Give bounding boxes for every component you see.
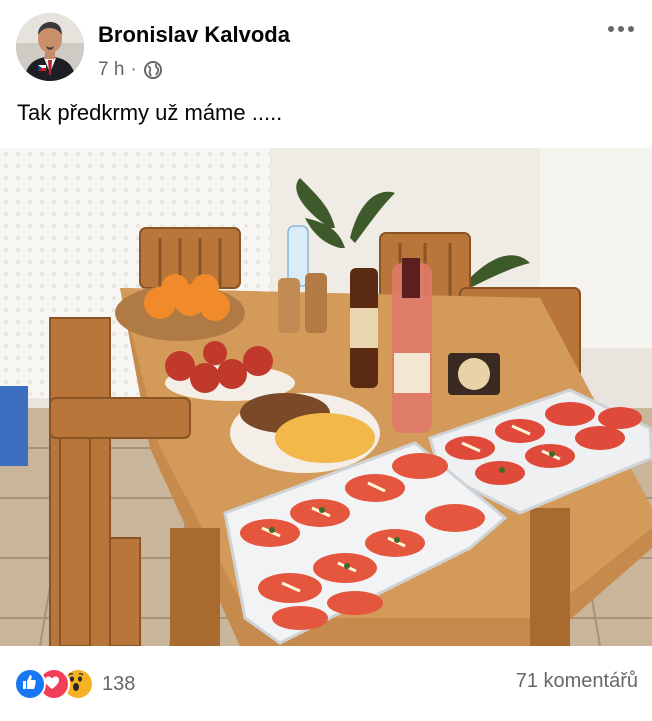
post-footer: 138 71 komentářů — [0, 646, 652, 721]
post-time[interactable]: 7 h — [98, 59, 124, 81]
post-text: Tak předkrmy už máme ..... — [17, 100, 283, 125]
reactions-summary[interactable]: 138 — [14, 668, 135, 700]
comments-count-link[interactable]: 71 komentářů — [516, 670, 638, 693]
post-meta: 7 h · — [98, 59, 163, 81]
more-dots-icon — [608, 26, 634, 32]
more-options-button[interactable] — [604, 14, 638, 44]
author-avatar[interactable] — [16, 13, 84, 81]
post-photo[interactable] — [0, 148, 652, 646]
post-header: Bronislav Kalvoda 7 h · — [0, 0, 652, 90]
reaction-count[interactable]: 138 — [102, 673, 135, 696]
author-name[interactable]: Bronislav Kalvoda — [98, 22, 290, 48]
like-icon — [14, 668, 46, 700]
globe-icon[interactable] — [143, 60, 163, 80]
table-with-appetizers-photo — [0, 148, 652, 646]
meta-separator: · — [130, 59, 137, 80]
